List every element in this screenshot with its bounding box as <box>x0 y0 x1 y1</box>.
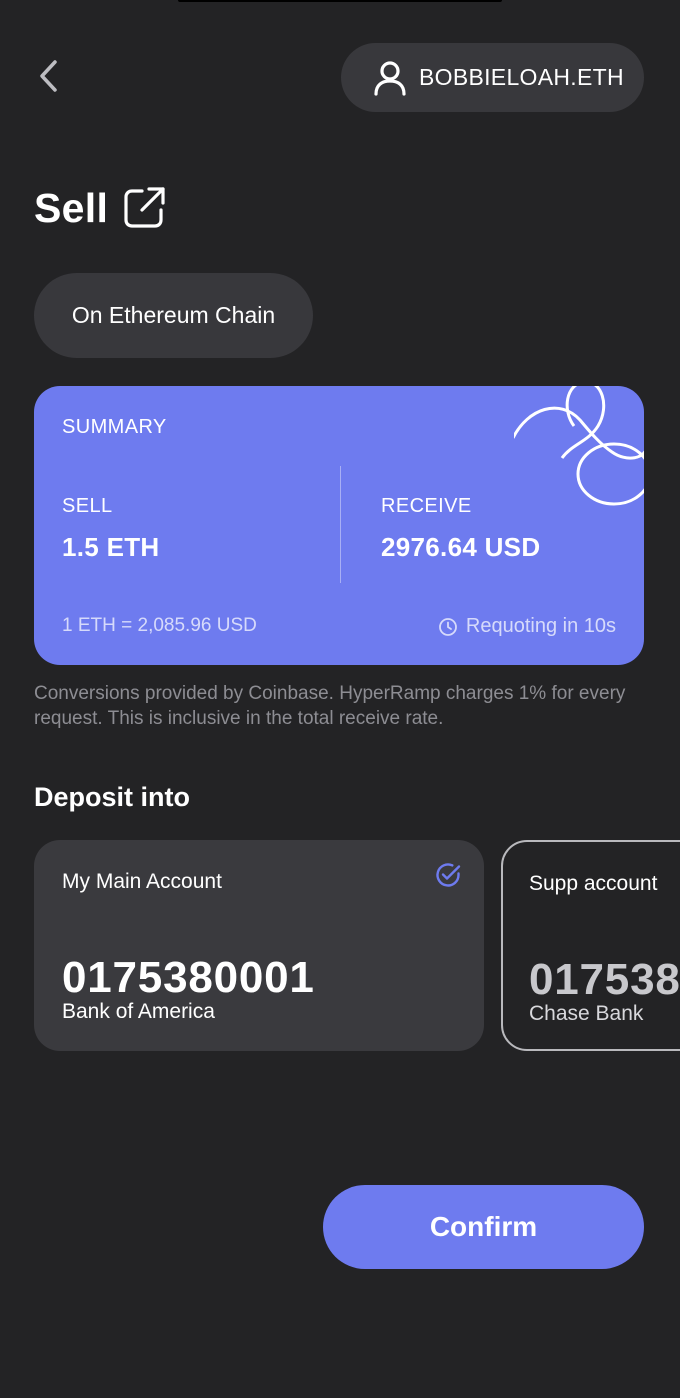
account-name: Supp account <box>529 872 658 895</box>
account-number: 0175380001 <box>62 953 315 1002</box>
account-name: My Main Account <box>62 870 222 893</box>
account-card-supp[interactable]: Supp account 0175380 Chase Bank <box>501 840 680 1051</box>
account-number: 0175380 <box>529 955 680 1004</box>
confirm-button[interactable]: Confirm <box>323 1185 644 1269</box>
account-bank: Bank of America <box>62 1000 215 1023</box>
check-circle-icon <box>434 861 462 889</box>
account-bank: Chase Bank <box>529 1002 644 1025</box>
account-card-main[interactable]: My Main Account 0175380001 Bank of Ameri… <box>34 840 484 1051</box>
